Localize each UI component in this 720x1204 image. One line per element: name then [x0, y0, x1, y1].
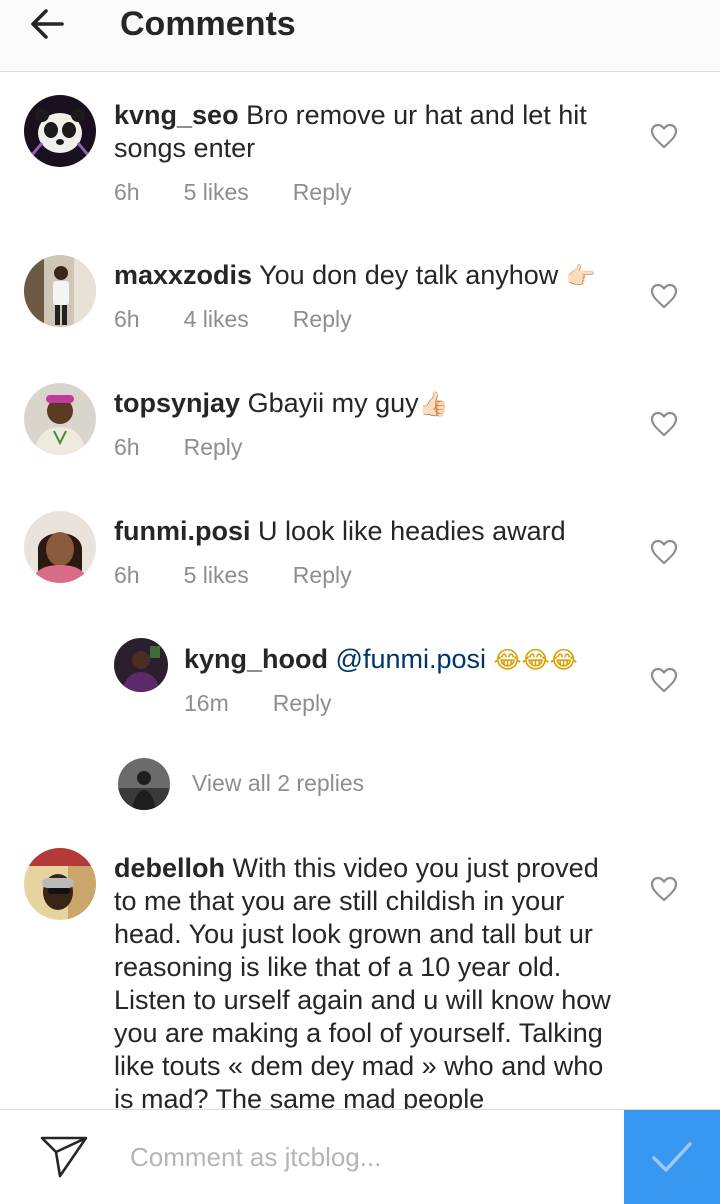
comment-time: 6h	[114, 562, 140, 588]
direct-send-icon[interactable]	[38, 1134, 90, 1180]
back-button[interactable]	[22, 2, 74, 48]
comment-body: U look like headies award	[258, 516, 566, 546]
comment-composer	[0, 1109, 720, 1204]
heart-icon[interactable]	[650, 876, 678, 902]
comment-text: topsynjay Gbayii my guy👍🏻	[114, 387, 624, 421]
view-replies-label: View all 2 replies	[192, 770, 365, 796]
avatar[interactable]	[24, 848, 96, 920]
comment-likes[interactable]: 5 likes	[184, 562, 249, 588]
comment-text: debelloh With this video you just proved…	[114, 852, 624, 1109]
comment-text: funmi.posi U look like headies award	[114, 515, 624, 548]
comment-meta: 6h 5 likes Reply	[114, 562, 396, 589]
avatar[interactable]	[114, 638, 168, 692]
avatar	[118, 758, 170, 810]
view-replies-button[interactable]: View all 2 replies	[118, 758, 518, 812]
comment-likes[interactable]: 5 likes	[184, 179, 249, 205]
heart-icon[interactable]	[650, 283, 678, 309]
reply-button[interactable]: Reply	[184, 434, 243, 460]
comment-list[interactable]: kvng_seo Bro remove ur hat and let hit s…	[0, 73, 720, 1109]
comment-meta: 6h 4 likes Reply	[114, 306, 396, 333]
page-title: Comments	[120, 5, 296, 43]
comment-username[interactable]: topsynjay	[114, 388, 240, 418]
reply-button[interactable]: Reply	[293, 562, 352, 588]
reply-mention[interactable]: @funmi.posi	[336, 644, 486, 674]
comment-username[interactable]: debelloh	[114, 853, 225, 883]
comment-time: 6h	[114, 306, 140, 332]
arrow-left-icon	[31, 9, 64, 39]
heart-icon[interactable]	[650, 539, 678, 565]
top-bar: Comments	[0, 0, 720, 72]
heart-icon[interactable]	[650, 123, 678, 149]
comment-body: With this video you just proved to me th…	[114, 853, 611, 1109]
checkmark-icon	[652, 1142, 692, 1172]
avatar[interactable]	[24, 511, 96, 583]
comment-meta: 6h 5 likes Reply	[114, 179, 396, 206]
comment-text: maxxzodis You don dey talk anyhow 👉🏻	[114, 259, 624, 293]
heart-icon[interactable]	[650, 411, 678, 437]
comment-username[interactable]: funmi.posi	[114, 516, 251, 546]
comment-emoji: 👉🏻	[565, 262, 596, 290]
reply-button[interactable]: Reply	[293, 306, 352, 332]
comment-body: Gbayii my guy	[247, 388, 419, 418]
reply-time: 16m	[184, 690, 229, 716]
comment-username[interactable]: kvng_seo	[114, 100, 239, 130]
comment-time: 6h	[114, 434, 140, 460]
comment-meta: 6h Reply	[114, 434, 286, 461]
reply-emoji: 😂😂😂	[493, 646, 578, 674]
comment-time: 6h	[114, 179, 140, 205]
comment-body: You don dey talk anyhow	[259, 260, 559, 290]
reply-meta: 16m Reply	[184, 690, 376, 717]
heart-icon[interactable]	[650, 667, 678, 693]
avatar[interactable]	[24, 255, 96, 327]
reply-button[interactable]: Reply	[273, 690, 332, 716]
reply-button[interactable]: Reply	[293, 179, 352, 205]
comment-input[interactable]	[130, 1130, 610, 1184]
reply-username[interactable]: kyng_hood	[184, 644, 328, 674]
comment-username[interactable]: maxxzodis	[114, 260, 252, 290]
comment-likes[interactable]: 4 likes	[184, 306, 249, 332]
reply-text: kyng_hood @funmi.posi 😂😂😂	[184, 643, 624, 677]
comment-emoji: 👍🏻	[418, 390, 449, 418]
post-button[interactable]	[624, 1110, 720, 1204]
avatar[interactable]	[24, 95, 96, 167]
avatar[interactable]	[24, 383, 96, 455]
comment-text: kvng_seo Bro remove ur hat and let hit s…	[114, 99, 624, 165]
